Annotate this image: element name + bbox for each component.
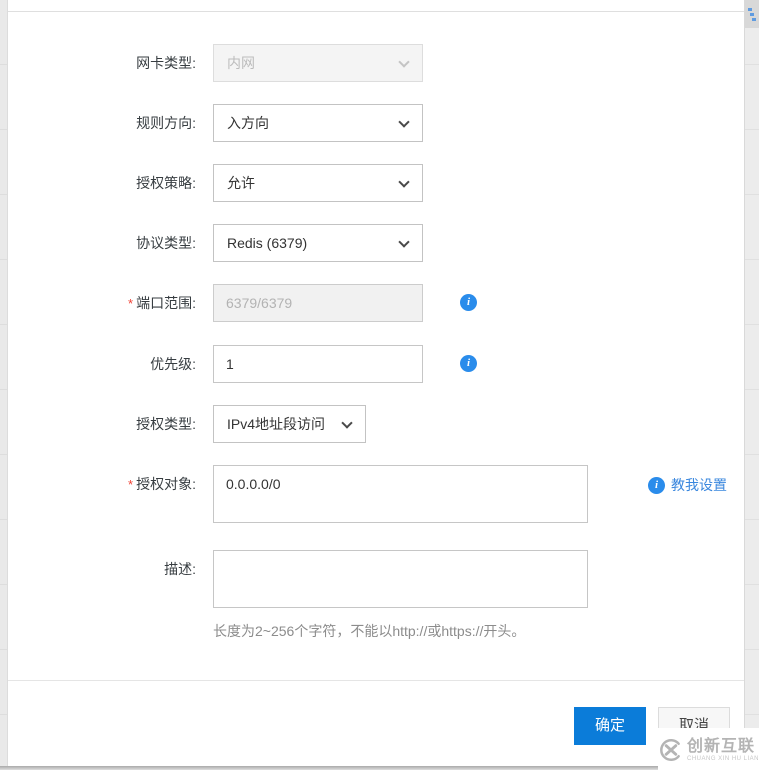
selected-value: Redis (6379) (227, 235, 308, 251)
brand-name: 创新互联 (686, 738, 755, 755)
info-icon[interactable]: i (460, 294, 477, 311)
required-asterisk: * (128, 296, 134, 311)
field-label: 优先级: (150, 356, 196, 372)
selected-value: 内网 (227, 55, 255, 71)
form-row-port-range: *端口范围: i (8, 284, 740, 323)
selected-value: 允许 (227, 175, 255, 191)
port-range-input (213, 284, 423, 322)
form-row-protocol-type: 协议类型: Redis (6379) (8, 224, 740, 262)
form-row-auth-policy: 授权策略: 允许 (8, 164, 740, 202)
cursor-artifact (748, 8, 757, 22)
auth-policy-select[interactable]: 允许 (213, 164, 423, 202)
bottom-edge-shadow (0, 766, 660, 770)
field-label: 授权策略: (136, 175, 196, 191)
form-row-nic-type: 网卡类型: 内网 (8, 44, 740, 82)
form-row-description: 描述: 长度为2~256个字符，不能以http://或https://开头。 (8, 550, 740, 641)
info-icon[interactable]: i (460, 355, 477, 372)
chevron-down-icon (398, 56, 410, 68)
form-row-auth-object: * 授权对象: 0.0.0.0/0 i 教我设置 (8, 465, 740, 528)
footer-divider (8, 680, 744, 681)
chevron-down-icon (398, 176, 410, 188)
selected-value: IPv4地址段访问 (227, 416, 326, 432)
chevron-down-icon (341, 417, 353, 429)
priority-input[interactable] (213, 345, 423, 383)
brand-subtitle: CHUANG XIN HU LIAN (686, 756, 759, 762)
watermark: 创新互联 CHUANG XIN HU LIAN (658, 728, 759, 772)
chevron-down-icon (398, 236, 410, 248)
background-left-strip (0, 0, 8, 766)
field-label: 授权类型: (136, 416, 196, 432)
page-scrollbar[interactable] (744, 0, 759, 772)
protocol-type-select[interactable]: Redis (6379) (213, 224, 423, 262)
rule-direction-select[interactable]: 入方向 (213, 104, 423, 142)
form-row-auth-type: 授权类型: IPv4地址段访问 (8, 405, 740, 443)
form-row-priority: 优先级: i (8, 345, 740, 383)
field-label: * 端口范围: (128, 295, 196, 311)
form-row-rule-direction: 规则方向: 入方向 (8, 104, 740, 142)
field-label: 协议类型: (136, 235, 196, 251)
info-icon[interactable]: i (648, 476, 665, 494)
teach-me-link[interactable]: 教我设置 (671, 475, 727, 495)
required-asterisk: * (128, 477, 134, 492)
dialog-page: 网卡类型: 内网 规则方向: 入方向 授权策略: 允许 协议类型: Redis … (0, 0, 759, 772)
chevron-down-icon (398, 116, 410, 128)
field-label: * 授权对象: (128, 476, 196, 492)
security-group-rule-form: 网卡类型: 内网 规则方向: 入方向 授权策略: 允许 协议类型: Redis … (8, 12, 740, 663)
description-textarea[interactable] (213, 550, 588, 608)
field-label: 描述: (164, 561, 196, 577)
field-label: 网卡类型: (136, 55, 196, 71)
field-label: 规则方向: (136, 115, 196, 131)
brand-logo-icon (660, 739, 680, 761)
helper-text: 长度为2~256个字符，不能以http://或https://开头。 (213, 623, 526, 639)
auth-type-select[interactable]: IPv4地址段访问 (213, 405, 366, 443)
nic-type-select: 内网 (213, 44, 423, 82)
confirm-button[interactable]: 确定 (574, 707, 646, 745)
auth-object-textarea[interactable]: 0.0.0.0/0 (213, 465, 588, 523)
selected-value: 入方向 (227, 115, 269, 131)
